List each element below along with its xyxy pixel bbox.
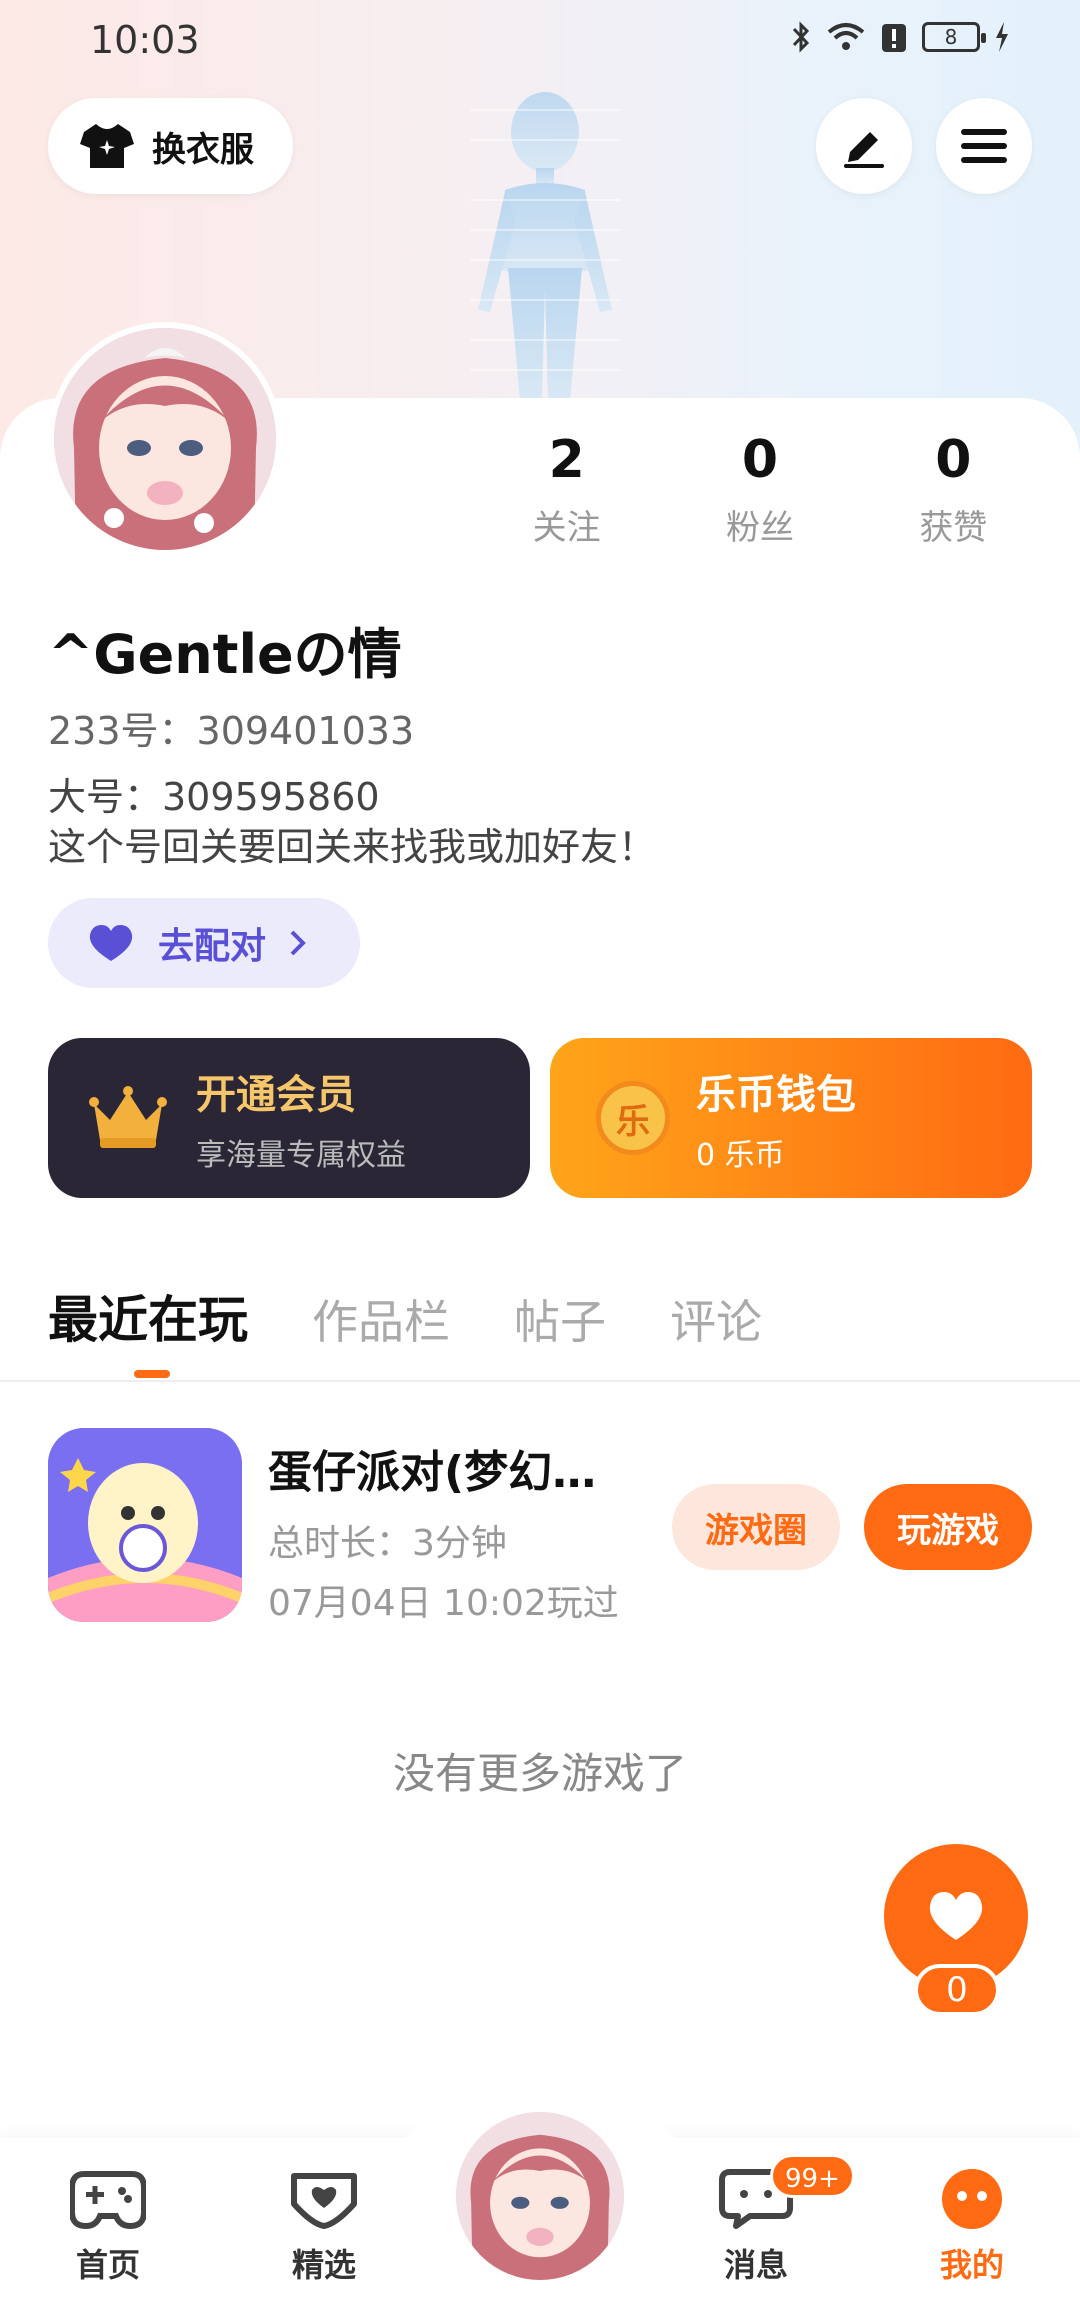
nav-label: 首页 (75, 2246, 140, 2284)
chevron-right-icon (290, 930, 306, 956)
active-tab-indicator (134, 1370, 170, 1378)
nav-item-me[interactable]: 我的 (912, 2168, 1032, 2286)
heart-icon (929, 1892, 983, 1940)
stat-likes[interactable]: 0 获赞 (857, 430, 1050, 549)
battery-icon: 8 (922, 22, 986, 52)
game-title: 蛋仔派对(梦幻… (268, 1447, 597, 1498)
nav-item-home[interactable]: 首页 (48, 2168, 168, 2286)
game-last-played: 07月04日 10:02玩过 (268, 1583, 619, 1624)
status-icons: 8 (790, 20, 1010, 54)
profile-face-icon (942, 2169, 1002, 2229)
user-id[interactable]: 233号：309401033 (48, 700, 414, 755)
alert-icon (882, 24, 906, 52)
game-duration: 总时长：3分钟 (268, 1523, 507, 1564)
nav-label: 我的 (939, 2246, 1004, 2284)
stat-label: 获赞 (919, 508, 988, 548)
pen-icon (844, 132, 884, 168)
hamburger-menu-icon (961, 129, 1007, 163)
bluetooth-icon (792, 21, 810, 53)
coin-icon-char: 乐 (616, 1101, 650, 1142)
empty-list-text: 没有更多游戏了 (392, 1749, 687, 1798)
nav-item-featured[interactable]: 精选 (264, 2168, 384, 2286)
crown-icon (89, 1086, 167, 1148)
tabs-divider (0, 1380, 1080, 1382)
anime-avatar-image (456, 2112, 624, 2280)
stat-value: 2 (548, 430, 585, 490)
match-label: 去配对 (158, 926, 267, 967)
stat-following[interactable]: 2 关注 (470, 430, 663, 549)
vip-subtitle: 享海量专属权益 (196, 1138, 406, 1173)
shirt-icon (80, 124, 134, 168)
status-time: 10:03 (90, 18, 200, 62)
change-outfit-label: 换衣服 (152, 129, 254, 170)
wifi-icon (827, 23, 865, 50)
eggy-party-game-image (48, 1428, 242, 1622)
like-count: 0 (914, 1964, 1000, 2016)
coin-balance: 0 乐币 (696, 1138, 785, 1173)
stat-label: 关注 (532, 508, 601, 548)
anime-avatar-image (54, 328, 276, 550)
nav-center-avatar[interactable] (456, 2112, 624, 2280)
vip-card[interactable]: 开通会员 享海量专属权益 (48, 1038, 530, 1198)
vip-title: 开通会员 (196, 1072, 356, 1118)
tab-recent-played[interactable]: 最近在玩 (48, 1280, 248, 1352)
profile-avatar[interactable] (48, 322, 282, 556)
coin-title: 乐币钱包 (696, 1072, 856, 1118)
bio-line: 这个号回关要回关来找我或加好友！ (48, 825, 657, 869)
game-icon[interactable] (48, 1428, 242, 1622)
game-circle-button[interactable]: 游戏圈 (672, 1484, 840, 1570)
list-item[interactable]: 蛋仔派对(梦幻… 总时长：3分钟 07月04日 10:02玩过 游戏圈 玩游戏 (48, 1428, 1032, 1624)
coin-wallet-card[interactable]: 乐 乐币钱包 0 乐币 (550, 1038, 1032, 1198)
change-outfit-button[interactable]: 换衣服 (48, 98, 293, 194)
heart-box-icon (291, 2173, 357, 2229)
heart-icon (89, 925, 133, 961)
stat-value: 0 (935, 430, 972, 490)
gamepad-icon (69, 2171, 147, 2230)
edit-profile-button[interactable] (816, 98, 912, 194)
play-game-button[interactable]: 玩游戏 (864, 1484, 1032, 1570)
stat-fans[interactable]: 0 粉丝 (663, 430, 856, 549)
bio: 大号：309595860 这个号回关要回关来找我或加好友！ (48, 772, 656, 872)
coin-icon: 乐 (596, 1081, 670, 1155)
tab-works[interactable]: 作品栏 (312, 1286, 450, 1352)
menu-button[interactable] (936, 98, 1032, 194)
tab-posts[interactable]: 帖子 (514, 1286, 606, 1352)
nav-label: 消息 (723, 2246, 788, 2284)
charging-icon (996, 22, 1008, 52)
message-badge: 99+ (770, 2154, 855, 2198)
username: ^Gentleの情 (48, 623, 402, 686)
tab-comments[interactable]: 评论 (670, 1286, 762, 1352)
avatar-3d-figure (470, 92, 620, 400)
stat-label: 粉丝 (725, 508, 794, 548)
status-bar: 10:03 8 (0, 0, 1080, 80)
bio-line: 大号：309595860 (48, 775, 380, 819)
profile-tabs: 最近在玩 作品栏 帖子 评论 (48, 1280, 826, 1352)
match-button[interactable]: 去配对 (48, 898, 360, 988)
stat-value: 0 (741, 430, 779, 490)
profile-stats: 2 关注 0 粉丝 0 获赞 (470, 430, 1050, 549)
nav-label: 精选 (291, 2246, 356, 2284)
